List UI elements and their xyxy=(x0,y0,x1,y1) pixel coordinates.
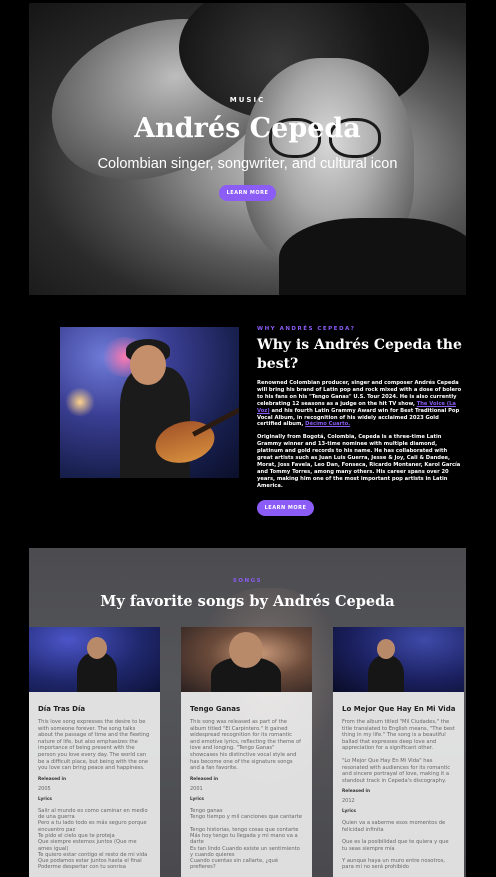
song-title: Lo Mejor Que Hay En Mi Vida xyxy=(342,705,456,713)
songs-section: SONGS My favorite songs by Andrés Cepeda… xyxy=(29,548,466,877)
song-card[interactable]: Día Tras Día This love song expresses th… xyxy=(29,627,160,877)
performer-head xyxy=(377,639,395,659)
about-heading: Why is Andrés Cepeda the best? xyxy=(257,337,462,372)
about-paragraph-1: Renowned Colombian producer, singer and … xyxy=(257,380,462,428)
song-description: This love song expresses the desire to b… xyxy=(38,719,150,772)
hero-learn-more-button[interactable]: LEARN MORE xyxy=(219,185,276,201)
song-card-image xyxy=(181,627,312,692)
song-card-image xyxy=(333,627,464,692)
concert-photo xyxy=(60,327,239,478)
song-description: This song was released as part of the al… xyxy=(190,719,301,772)
release-year: 2001 xyxy=(190,785,203,792)
about-text: and his fourth Latin Grammy Award win fo… xyxy=(257,407,460,428)
song-card[interactable]: Lo Mejor Que Hay En Mi Vida From the alb… xyxy=(333,627,464,877)
performer-head xyxy=(87,637,107,659)
song-title: Día Tras Día xyxy=(38,705,86,713)
released-label: Released in xyxy=(38,776,67,782)
lyrics-label: Lyrics xyxy=(190,796,204,802)
hero-section: MUSIC Andrés Cepeda Colombian singer, so… xyxy=(29,3,466,295)
decimo-cuarto-link[interactable]: Décimo Cuarto. xyxy=(305,421,350,427)
about-paragraph-2: Originally from Bogotá, Colombia, Cepeda… xyxy=(257,434,461,489)
release-year: 2012 xyxy=(342,798,355,805)
hero-text: MUSIC Andrés Cepeda Colombian singer, so… xyxy=(29,3,466,295)
hero-eyebrow: MUSIC xyxy=(229,96,266,104)
stage-light xyxy=(65,387,95,417)
performer-head xyxy=(130,345,166,385)
song-card-image xyxy=(29,627,160,692)
lyrics-label: Lyrics xyxy=(342,809,356,815)
song-lyrics: Quien va a saberme esos momentos de feli… xyxy=(342,820,449,871)
song-description: From the album titled "Mil Ciudades," th… xyxy=(342,719,455,752)
released-label: Released in xyxy=(342,789,371,795)
lyrics-label: Lyrics xyxy=(38,796,52,802)
released-label: Released in xyxy=(190,776,219,782)
performer-head xyxy=(229,632,263,668)
song-title: Tengo Ganas xyxy=(190,705,241,713)
release-year: 2005 xyxy=(38,785,51,792)
song-description-2: "Lo Mejor Que Hay En Mi Vida" has resona… xyxy=(342,757,451,784)
about-eyebrow: WHY ANDRÉS CEPEDA? xyxy=(257,326,356,332)
songs-eyebrow: SONGS xyxy=(232,578,263,584)
hero-title: Andrés Cepeda xyxy=(134,113,361,144)
about-learn-more-button[interactable]: LEARN MORE xyxy=(257,500,314,516)
performer-figure xyxy=(368,655,404,692)
hero-subtitle: Colombian singer, songwriter, and cultur… xyxy=(97,156,398,172)
songs-heading: My favorite songs by Andrés Cepeda xyxy=(100,593,395,610)
song-card[interactable]: Tengo Ganas This song was released as pa… xyxy=(181,627,312,877)
song-lyrics: Tengo ganas Tengo tiempo y mil canciones… xyxy=(190,807,302,871)
about-section: WHY ANDRÉS CEPEDA? Why is Andrés Cepeda … xyxy=(257,326,462,490)
song-lyrics: Salir al mundo es como caminar en medio … xyxy=(38,807,148,871)
